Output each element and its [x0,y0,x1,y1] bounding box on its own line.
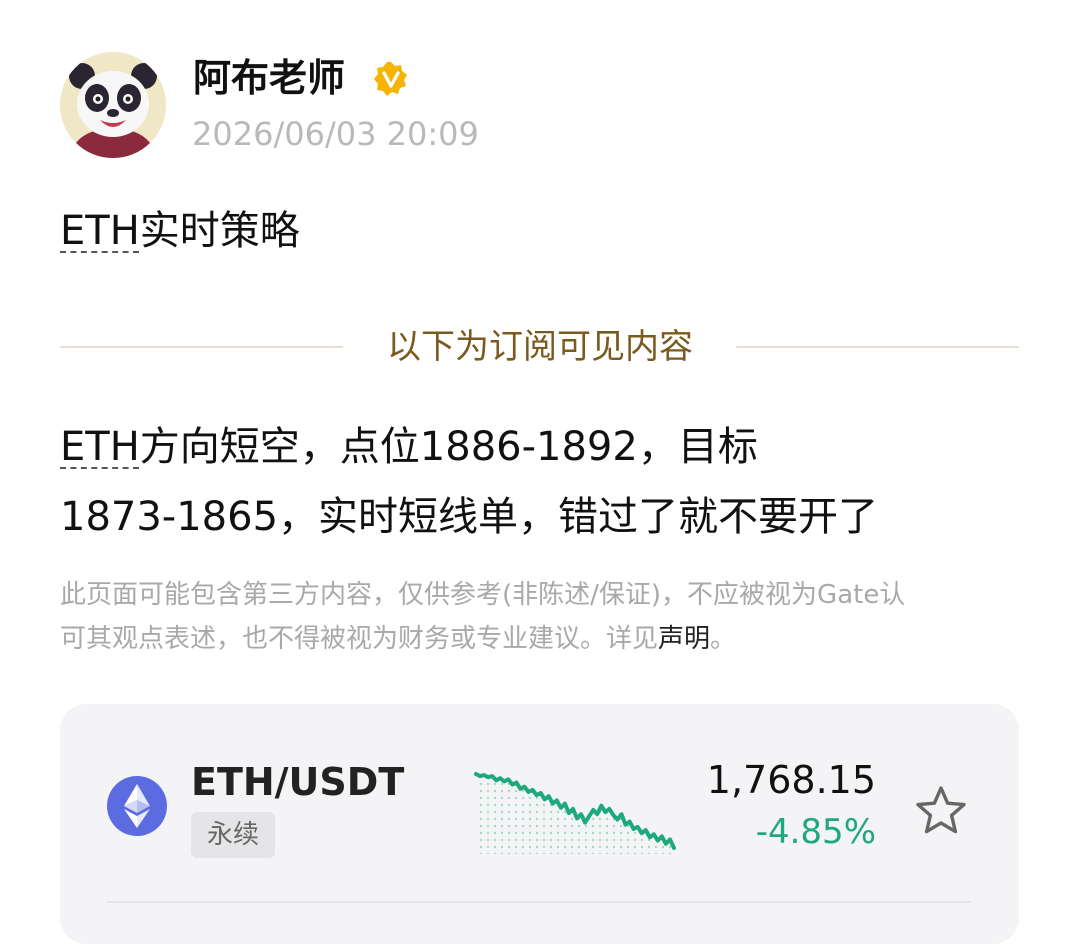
panda-avatar-icon [60,52,166,158]
last-price: 1,768.15 [706,758,876,802]
post-timestamp: 2026/06/03 20:09 [192,115,479,153]
divider-line-right [736,346,1019,348]
post-body-line-2: 1873-1865，实时短线单，错过了就不要开了 [60,494,879,540]
star-outline-icon[interactable] [914,784,968,838]
author-name[interactable]: 阿布老师 [193,54,345,102]
verified-badge-icon [373,61,409,97]
post-title-text: 实时策略 [139,208,300,254]
author-avatar[interactable] [60,52,166,158]
disclaimer: 此页面可能包含第三方内容，仅供参考(非陈述/保证)，不应被视为Gate认 可其观… [60,573,1022,661]
ticker-link-eth[interactable]: ETH [60,208,140,254]
divider-line-left [60,346,343,348]
perpetual-badge: 永续 [191,812,275,858]
card-divider [107,901,971,903]
pair-symbol[interactable]: ETH/USDT [191,758,404,806]
price-change-percent: -4.85% [755,812,876,852]
disclaimer-line-2: 可其观点表述，也不得被视为财务或专业建议。详见声明。 [60,624,737,654]
post-body: ETH方向短空，点位1886-1892，目标 1873-1865，实时短线单，错… [60,412,1020,552]
post-title: ETH实时策略 [60,202,300,260]
price-sparkline [474,772,676,854]
statement-link[interactable]: 声明 [658,624,710,654]
subscriber-divider-label: 以下为订阅可见内容 [387,327,693,367]
disclaimer-line-1: 此页面可能包含第三方内容，仅供参考(非陈述/保证)，不应被视为Gate认 [60,580,906,610]
ticker-link-eth[interactable]: ETH [60,424,140,470]
post-body-line-1: ETH方向短空，点位1886-1892，目标 [60,424,758,470]
ethereum-icon [107,776,167,836]
